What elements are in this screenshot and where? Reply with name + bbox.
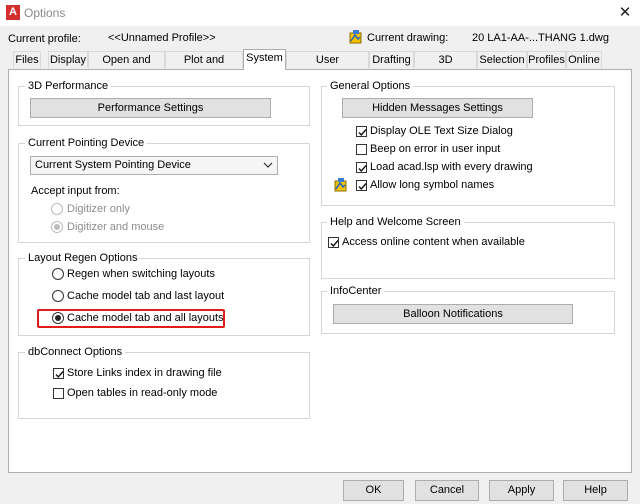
ok-button[interactable]: OK <box>343 480 404 501</box>
online-content-checkbox[interactable] <box>328 237 339 248</box>
balloon-notifications-button[interactable]: Balloon Notifications <box>333 304 573 324</box>
current-profile-value: <<Unnamed Profile>> <box>108 32 216 44</box>
performance-settings-button[interactable]: Performance Settings <box>30 98 271 118</box>
tab-drafting[interactable]: Drafting <box>369 51 414 68</box>
load-acad-lsp-label: Load acad.lsp with every drawing <box>370 161 533 173</box>
tab-online[interactable]: Online <box>566 51 602 68</box>
dbconnect-legend: dbConnect Options <box>25 346 126 359</box>
beep-error-checkbox[interactable] <box>356 144 367 155</box>
digitizer-only-radio[interactable] <box>51 203 63 215</box>
dbconnect-group <box>18 352 310 419</box>
open-readonly-label: Open tables in read-only mode <box>67 387 218 399</box>
tab-user-preferences[interactable]: User Preferences <box>286 51 369 83</box>
long-symbol-names-label: Allow long symbol names <box>370 179 495 191</box>
tab-plot-and-publish[interactable]: Plot and Publish <box>165 51 243 83</box>
load-acad-lsp-checkbox[interactable] <box>356 162 367 173</box>
open-readonly-checkbox[interactable] <box>53 388 64 399</box>
regen-switching-label: Regen when switching layouts <box>67 268 215 280</box>
current-drawing-label: Current drawing: <box>367 32 449 44</box>
long-symbol-names-checkbox[interactable] <box>356 180 367 191</box>
pointing-device-select[interactable]: Current System Pointing Device <box>30 156 278 175</box>
display-ole-checkbox[interactable] <box>356 126 367 137</box>
pointing-device-legend: Current Pointing Device <box>25 137 148 150</box>
tab-profiles[interactable]: Profiles <box>527 51 566 68</box>
store-links-label: Store Links index in drawing file <box>67 367 222 379</box>
hidden-messages-settings-button[interactable]: Hidden Messages Settings <box>342 98 533 118</box>
regen-switching-radio[interactable] <box>52 268 64 280</box>
current-profile-label: Current profile: <box>8 33 81 45</box>
display-ole-label: Display OLE Text Size Dialog <box>370 125 513 137</box>
tab-system[interactable]: System <box>243 49 286 70</box>
checkmark-icon <box>358 129 367 137</box>
drawing-file-icon <box>334 178 348 192</box>
digitizer-only-label: Digitizer only <box>67 203 130 215</box>
help-welcome-legend: Help and Welcome Screen <box>327 216 464 229</box>
checkmark-icon <box>330 240 339 248</box>
drawing-file-icon <box>349 30 363 44</box>
radio-dot <box>54 224 60 230</box>
digitizer-and-mouse-label: Digitizer and mouse <box>67 221 165 233</box>
infocenter-legend: InfoCenter <box>327 285 385 298</box>
general-options-legend: General Options <box>327 80 414 93</box>
tab-open-and-save[interactable]: Open and Save <box>88 51 165 83</box>
beep-error-label: Beep on error in user input <box>370 143 501 155</box>
accept-input-label: Accept input from: <box>31 185 120 197</box>
pointing-device-selected: Current System Pointing Device <box>35 159 191 171</box>
close-button[interactable]: ✕ <box>612 1 638 25</box>
tab-files[interactable]: Files <box>13 51 41 68</box>
help-button[interactable]: Help <box>563 480 628 501</box>
tab-display[interactable]: Display <box>48 51 88 68</box>
tab-3d-modeling[interactable]: 3D Modeling <box>414 51 477 83</box>
digitizer-and-mouse-radio[interactable] <box>51 221 63 233</box>
checkmark-icon <box>358 165 367 173</box>
chevron-down-icon <box>263 162 273 168</box>
checkmark-icon <box>55 371 64 379</box>
window-title: Options <box>24 6 66 20</box>
cache-last-layout-radio[interactable] <box>52 290 64 302</box>
title-bar: A Options ✕ <box>0 0 640 26</box>
online-content-label: Access online content when available <box>342 236 525 248</box>
layout-regen-legend: Layout Regen Options <box>25 252 141 265</box>
current-drawing-value: 20 LA1-AA-...THANG 1.dwg <box>472 32 609 44</box>
autocad-logo-icon: A <box>6 5 20 20</box>
help-welcome-group <box>321 222 615 279</box>
checkmark-icon <box>358 183 367 191</box>
cache-last-layout-label: Cache model tab and last layout <box>67 290 225 302</box>
apply-button[interactable]: Apply <box>489 480 554 501</box>
store-links-checkbox[interactable] <box>53 368 64 379</box>
tab-selection[interactable]: Selection <box>477 51 527 68</box>
performance-legend: 3D Performance <box>25 80 112 93</box>
highlight-annotation <box>37 309 225 328</box>
cancel-button[interactable]: Cancel <box>415 480 479 501</box>
